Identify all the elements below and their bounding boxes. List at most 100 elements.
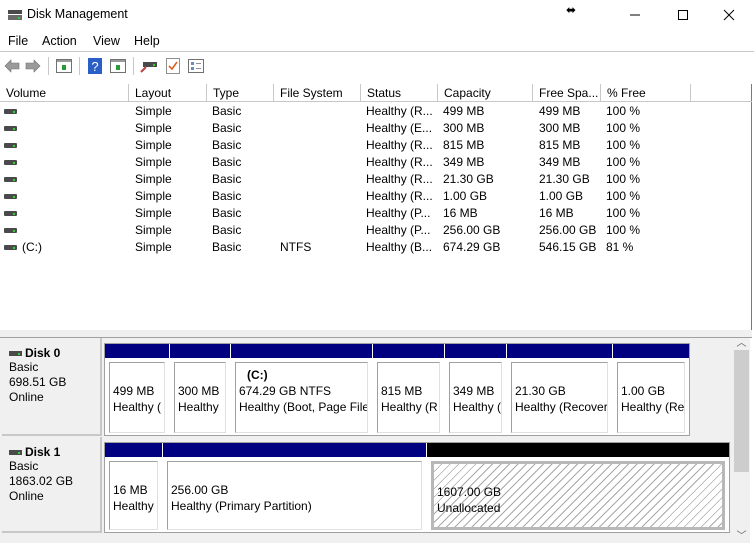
toolbar-separator [133, 57, 134, 75]
unallocated-space[interactable]: 1607.00 GB Unallocated [427, 443, 729, 532]
cell-status: Healthy (P... [366, 223, 431, 237]
cell-status: Healthy (E... [366, 121, 433, 135]
minimize-button[interactable] [612, 0, 658, 30]
volume-drive-icon [4, 160, 17, 165]
toolbar-separator [79, 57, 80, 75]
disk-0-label[interactable]: Disk 0 Basic 698.51 GB Online [2, 338, 102, 436]
volume-row[interactable]: Simple Basic Healthy (R... 21.30 GB 21.30 GB… [0, 171, 752, 188]
cell-capacity: 300 MB [443, 121, 485, 135]
menu-bar: File Action View Help [0, 30, 754, 52]
partition-block[interactable]: 16 MB Healthy [105, 443, 162, 532]
disk-1-size: 1863.02 GB [9, 474, 74, 488]
volume-drive-icon [4, 194, 17, 199]
title-bar: Disk Management ⬌ [0, 0, 754, 30]
partition-block[interactable]: 300 MB Healthy [170, 344, 230, 435]
cell-status: Healthy (R... [366, 155, 433, 169]
cell-type: Basic [212, 240, 242, 254]
column-header-percent-free[interactable]: % Free [601, 84, 691, 102]
scrollbar-thumb[interactable] [734, 350, 749, 472]
partition-block[interactable]: 499 MB Healthy ( [105, 344, 169, 435]
vertical-scrollbar[interactable]: ︿ ﹀ [733, 338, 750, 543]
partition-block[interactable]: 815 MB Healthy (R [373, 344, 444, 435]
column-header-free-space[interactable]: Free Spa... [533, 84, 601, 102]
partition-size: 499 MB [113, 384, 155, 398]
menu-view[interactable]: View [93, 34, 120, 48]
back-arrow-icon [4, 59, 20, 73]
partition-block[interactable]: 349 MB Healthy ( [445, 344, 506, 435]
volume-row[interactable]: Simple Basic Healthy (R... 349 MB 349 MB 100 … [0, 154, 752, 171]
partition-size: 300 MB [178, 384, 220, 398]
show-hide-console-tree-button[interactable] [55, 57, 73, 75]
cell-percent-free: 100 % [606, 189, 641, 203]
cell-free-space: 349 MB [539, 155, 581, 169]
show-hide-action-pane-button[interactable] [109, 57, 127, 75]
pane-splitter[interactable] [0, 330, 752, 338]
partition-size: 21.30 GB [515, 384, 566, 398]
menu-help[interactable]: Help [134, 34, 160, 48]
volume-row[interactable]: Simple Basic Healthy (R... 1.00 GB 1.00 GB 10… [0, 188, 752, 205]
disk-icon [9, 449, 22, 455]
column-header-volume[interactable]: Volume [0, 84, 129, 102]
cell-free-space: 256.00 GB [539, 223, 597, 237]
volume-row[interactable]: Simple Basic Healthy (R... 499 MB 499 MB 100 … [0, 103, 752, 120]
cell-status: Healthy (R... [366, 189, 433, 203]
scroll-up-icon[interactable]: ︿ [733, 338, 750, 350]
primary-partition-bar [105, 344, 169, 358]
cell-capacity: 349 MB [443, 155, 485, 169]
partition-details: 1607.00 GB Unallocated [431, 461, 725, 530]
properties-button[interactable] [187, 57, 205, 75]
maximize-button[interactable] [660, 0, 706, 30]
disk-management-app-icon [8, 10, 22, 20]
cell-capacity: 1.00 GB [443, 189, 488, 203]
partition-status: Healthy (Primary Partition) [171, 499, 312, 513]
column-header-capacity[interactable]: Capacity [438, 84, 533, 102]
partition-size: 349 MB [453, 384, 495, 398]
column-header-status[interactable]: Status [361, 84, 438, 102]
volume-row[interactable]: Simple Basic Healthy (P... 16 MB 16 MB 100 % [0, 205, 752, 222]
primary-partition-bar [613, 344, 689, 358]
partition-size: 1607.00 GB [437, 485, 502, 499]
help-icon: ? [88, 58, 102, 74]
partition-block[interactable]: 21.30 GB Healthy (Recover [507, 344, 612, 435]
cell-layout: Simple [135, 104, 172, 118]
volume-row[interactable]: Simple Basic Healthy (P... 256.00 GB 256.00 … [0, 222, 752, 239]
cell-percent-free: 81 % [606, 240, 634, 254]
volume-row[interactable]: (C:) Simple Basic NTFS Healthy (B... 674.29 G… [0, 239, 752, 256]
column-header-file-system[interactable]: File System [274, 84, 361, 102]
minimize-icon [630, 14, 640, 16]
unallocated-bar [427, 443, 729, 457]
partition-details: 256.00 GB Healthy (Primary Partition) [167, 461, 422, 530]
partition-size: 1.00 GB [621, 384, 666, 398]
partition-block[interactable]: (C:) 674.29 GB NTFS Healthy (Boot, Page Fi… [231, 344, 372, 435]
cell-layout: Simple [135, 223, 172, 237]
back-button[interactable] [3, 57, 21, 75]
cell-capacity: 499 MB [443, 104, 485, 118]
show-hide-console-tree-icon [56, 59, 72, 73]
column-header-type[interactable]: Type [207, 84, 274, 102]
menu-file[interactable]: File [8, 34, 28, 48]
volume-row[interactable]: Simple Basic Healthy (E... 300 MB 300 MB 100 … [0, 120, 752, 137]
partition-block[interactable]: 256.00 GB Healthy (Primary Partition) [163, 443, 426, 532]
volume-row[interactable]: Simple Basic Healthy (R... 815 MB 815 MB 100 … [0, 137, 752, 154]
help-button[interactable]: ? [86, 57, 104, 75]
menu-action[interactable]: Action [42, 34, 77, 48]
partition-size: 256.00 GB [171, 483, 229, 497]
connect-disk-button[interactable] [140, 57, 158, 75]
primary-partition-bar [105, 443, 162, 457]
close-button[interactable] [706, 0, 752, 30]
disk-graphical-view: Disk 0 Basic 698.51 GB Online 499 MB Heal… [0, 338, 733, 543]
cell-percent-free: 100 % [606, 104, 641, 118]
disk-1-label[interactable]: Disk 1 Basic 1863.02 GB Online [2, 437, 102, 533]
column-header-layout[interactable]: Layout [129, 84, 207, 102]
scroll-down-icon[interactable]: ﹀ [733, 531, 750, 543]
cell-file-system: NTFS [280, 240, 312, 254]
volume-drive-icon [4, 109, 17, 114]
partition-block[interactable]: 1.00 GB Healthy (Re [613, 344, 689, 435]
checklist-button[interactable] [164, 57, 182, 75]
toolbar: ? [0, 53, 754, 79]
forward-button[interactable] [24, 57, 42, 75]
close-icon [723, 9, 735, 21]
disk-0-name: Disk 0 [25, 346, 61, 360]
partition-status: Healthy ( [113, 400, 162, 414]
cell-layout: Simple [135, 206, 172, 220]
